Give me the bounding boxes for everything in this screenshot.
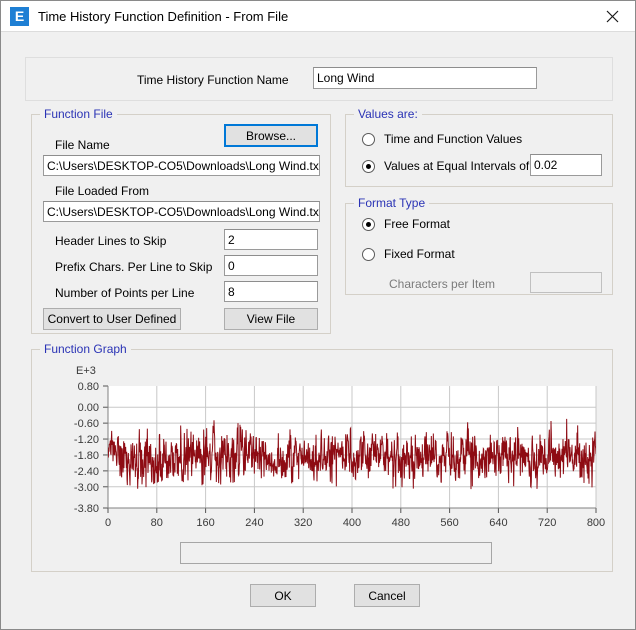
- svg-text:0: 0: [105, 517, 111, 529]
- view-file-button[interactable]: View File: [224, 308, 318, 330]
- radio-label-time-and-function-values: Time and Function Values: [384, 132, 523, 146]
- points-per-line-input[interactable]: 8: [224, 281, 318, 302]
- svg-text:80: 80: [151, 517, 163, 529]
- browse-button[interactable]: Browse...: [224, 124, 318, 147]
- title-bar: E Time History Function Definition - Fro…: [1, 1, 635, 32]
- svg-text:-2.40: -2.40: [74, 466, 99, 478]
- svg-text:-0.60: -0.60: [74, 418, 99, 430]
- function-graph-group: Function Graph E+3 0.80 0.00 -0.60 -1.20 -1.8…: [31, 342, 613, 572]
- radio-label-values-at-equal-intervals: Values at Equal Intervals of: [384, 159, 530, 173]
- svg-text:320: 320: [294, 517, 312, 529]
- header-lines-input[interactable]: 2: [224, 229, 318, 250]
- svg-text:-1.20: -1.20: [74, 434, 99, 446]
- function-name-label: Time History Function Name: [137, 73, 289, 87]
- radio-indicator-fixed-format: [362, 247, 375, 261]
- header-lines-label: Header Lines to Skip: [55, 234, 167, 248]
- svg-text:560: 560: [440, 517, 458, 529]
- format-type-legend: Format Type: [354, 196, 430, 210]
- svg-text:0.00: 0.00: [78, 402, 99, 414]
- svg-text:400: 400: [343, 517, 361, 529]
- points-per-line-label: Number of Points per Line: [55, 286, 195, 300]
- chars-per-item-input[interactable]: [530, 272, 602, 293]
- convert-to-user-defined-button[interactable]: Convert to User Defined: [43, 308, 181, 330]
- radio-free-format[interactable]: Free Format: [362, 217, 450, 231]
- radio-label-fixed-format: Fixed Format: [384, 247, 455, 261]
- radio-time-and-function-values[interactable]: Time and Function Values: [362, 132, 522, 146]
- file-name-label: File Name: [55, 138, 110, 152]
- cancel-button[interactable]: Cancel: [354, 584, 420, 607]
- ok-button[interactable]: OK: [250, 584, 316, 607]
- prefix-chars-input[interactable]: 0: [224, 255, 318, 276]
- function-file-legend: Function File: [40, 107, 117, 121]
- file-name-input[interactable]: C:\Users\DESKTOP-CO5\Downloads\Long Wind…: [43, 155, 320, 176]
- radio-fixed-format[interactable]: Fixed Format: [362, 247, 455, 261]
- radio-label-free-format: Free Format: [384, 217, 451, 231]
- svg-text:640: 640: [489, 517, 507, 529]
- values-are-group: Values are: Time and Function Values Val…: [345, 107, 613, 187]
- svg-text:240: 240: [245, 517, 263, 529]
- radio-indicator-free-format: [362, 217, 375, 231]
- file-loaded-from-input[interactable]: C:\Users\DESKTOP-CO5\Downloads\Long Wind…: [43, 201, 320, 222]
- chars-per-item-label: Characters per Item: [389, 277, 496, 291]
- app-logo-icon: E: [10, 6, 29, 26]
- radio-indicator-values-at-equal-intervals: [362, 159, 375, 173]
- function-name-panel: Time History Function Name Long Wind: [25, 57, 613, 101]
- function-file-group: Function File Browse... File Name C:\Use…: [31, 107, 331, 334]
- radio-indicator-time-and-function-values: [362, 132, 375, 146]
- svg-text:480: 480: [392, 517, 410, 529]
- radio-values-at-equal-intervals[interactable]: Values at Equal Intervals of: [362, 159, 529, 173]
- svg-text:-3.80: -3.80: [74, 503, 99, 515]
- svg-text:0.80: 0.80: [78, 381, 99, 393]
- svg-text:800: 800: [587, 517, 605, 529]
- function-name-input[interactable]: Long Wind: [313, 67, 537, 89]
- prefix-chars-label: Prefix Chars. Per Line to Skip: [55, 260, 213, 274]
- equal-interval-input[interactable]: 0.02: [530, 154, 602, 176]
- svg-text:E+3: E+3: [76, 365, 96, 377]
- svg-text:160: 160: [196, 517, 214, 529]
- format-type-group: Format Type Free Format Fixed Format Cha…: [345, 196, 613, 295]
- dialog-window: E Time History Function Definition - Fro…: [0, 0, 636, 630]
- svg-text:720: 720: [538, 517, 556, 529]
- function-graph-legend: Function Graph: [40, 342, 131, 356]
- function-graph-chart: E+3 0.80 0.00 -0.60 -1.20 -1.80 -2.40 -3.00 -3.8…: [34, 358, 612, 538]
- svg-text:-1.80: -1.80: [74, 450, 99, 462]
- svg-text:-3.00: -3.00: [74, 482, 99, 494]
- values-are-legend: Values are:: [354, 107, 422, 121]
- graph-status-field[interactable]: [180, 542, 492, 564]
- close-icon[interactable]: [590, 1, 635, 31]
- window-title: Time History Function Definition - From …: [38, 8, 289, 24]
- file-loaded-from-label: File Loaded From: [55, 184, 150, 198]
